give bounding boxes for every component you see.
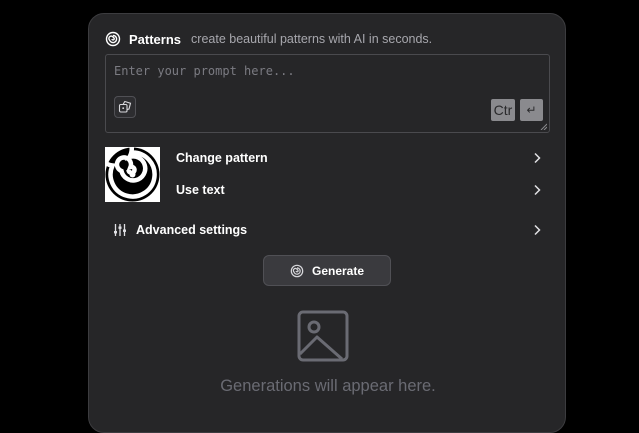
spiral-icon (105, 31, 121, 47)
use-text-row[interactable]: Use text (176, 180, 541, 200)
resize-grip-icon[interactable] (540, 123, 547, 130)
advanced-settings-row[interactable]: Advanced settings (113, 220, 541, 240)
spiral-pattern (105, 147, 160, 202)
image-icon (297, 310, 349, 362)
patterns-panel: Patterns create beautiful patterns with … (88, 13, 566, 433)
random-prompt-button[interactable] (114, 96, 136, 118)
change-pattern-label: Change pattern (176, 151, 268, 165)
generate-label: Generate (311, 263, 365, 278)
panel-header: Patterns create beautiful patterns with … (105, 30, 432, 48)
enter-key-hint: ↵ (520, 99, 543, 121)
chevron-right-icon (534, 224, 541, 236)
prompt-input[interactable] (106, 55, 549, 132)
advanced-settings-label: Advanced settings (136, 223, 248, 237)
pattern-thumbnail[interactable] (105, 147, 160, 202)
chevron-right-icon (534, 184, 541, 196)
ctrl-key-hint: Ctr (491, 99, 515, 121)
app-tagline: create beautiful patterns with AI in sec… (191, 32, 433, 46)
app-title: Patterns (129, 31, 182, 47)
empty-state-text: Generations will appear here. (220, 377, 436, 395)
change-pattern-row[interactable]: Change pattern (176, 148, 541, 168)
spiral-icon (290, 264, 304, 277)
prompt-box: Ctr ↵ (105, 54, 550, 133)
generate-button[interactable]: Generate (263, 255, 391, 286)
dice-icon (118, 100, 132, 113)
use-text-label: Use text (176, 183, 225, 197)
chevron-right-icon (534, 152, 541, 164)
sliders-icon (114, 224, 126, 236)
